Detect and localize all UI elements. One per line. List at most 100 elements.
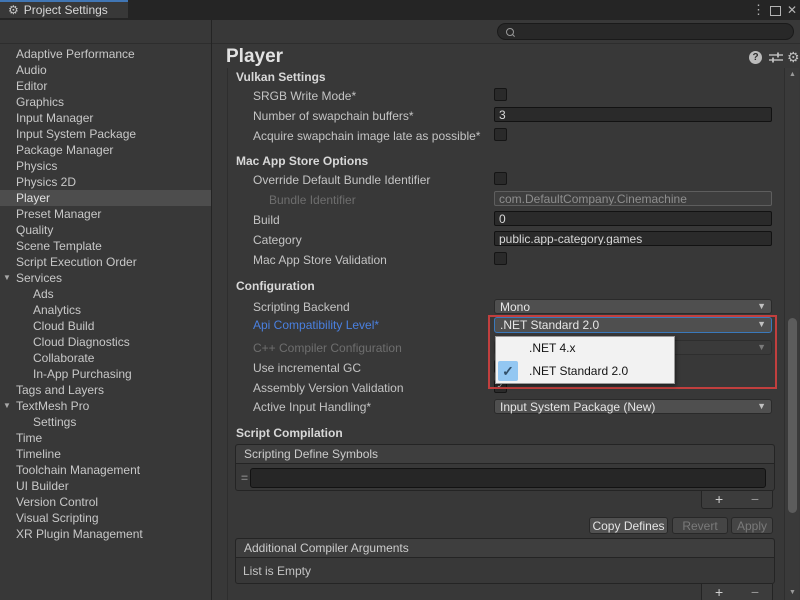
sidebar-item-analytics[interactable]: Analytics — [0, 302, 211, 318]
define-symbol-input[interactable] — [250, 468, 766, 488]
sidebar-item-editor[interactable]: Editor — [0, 78, 211, 94]
field-label-scripting-backend: Scripting Backend — [253, 300, 350, 314]
remove-item-button[interactable]: − — [751, 584, 759, 600]
sidebar-item-audio[interactable]: Audio — [0, 62, 211, 78]
field-label-mac-app-store-validation: Mac App Store Validation — [253, 253, 387, 267]
sidebar-item-scene-template[interactable]: Scene Template — [0, 238, 211, 254]
content-inset-line — [227, 68, 228, 600]
sidebar-item-physics[interactable]: Physics — [0, 158, 211, 174]
sidebar-item-physics-2d[interactable]: Physics 2D — [0, 174, 211, 190]
chevron-down-icon: ▼ — [757, 318, 766, 331]
sidebar-item-script-execution-order[interactable]: Script Execution Order — [0, 254, 211, 270]
player-settings-panel: Player ? ⚙ Vulkan Settings SRGB Write Mo… — [212, 44, 800, 600]
sidebar-item-cloud-build[interactable]: Cloud Build — [0, 318, 211, 334]
dropdown-option-label: .NET Standard 2.0 — [529, 364, 628, 378]
remove-item-button[interactable]: − — [751, 491, 759, 507]
dropdown-option-net-4x[interactable]: .NET 4.x — [496, 337, 674, 360]
gear-icon: ⚙ — [8, 3, 19, 17]
section-header-script-compilation: Script Compilation — [236, 426, 343, 440]
close-icon[interactable]: ✕ — [786, 2, 798, 18]
dropdown-option-net-standard-20[interactable]: ✓ .NET Standard 2.0 — [496, 360, 674, 383]
sidebar-item-label: Toolchain Management — [16, 463, 140, 477]
sidebar-item-toolchain-management[interactable]: Toolchain Management — [0, 462, 211, 478]
scrollbar: ▲ ▼ — [784, 68, 799, 600]
scrollbar-thumb[interactable] — [788, 318, 797, 513]
api-compatibility-dropdown-menu: .NET 4.x ✓ .NET Standard 2.0 — [495, 336, 675, 384]
tab-strip: ⚙ Project Settings ⋮ ✕ — [0, 0, 800, 20]
sidebar-item-input-system-package[interactable]: Input System Package — [0, 126, 211, 142]
field-label-override-bundle-id: Override Default Bundle Identifier — [253, 173, 430, 187]
list-footer: + − — [701, 491, 773, 509]
sidebar-item-adaptive-performance[interactable]: Adaptive Performance — [0, 46, 211, 62]
scroll-up-icon[interactable]: ▲ — [785, 71, 800, 78]
list-footer: + − — [701, 584, 773, 600]
field-label-bundle-identifier: Bundle Identifier — [269, 193, 356, 207]
sidebar-item-label: Player — [16, 191, 50, 205]
dropdown-scripting-backend[interactable]: Mono ▼ — [494, 299, 772, 314]
input-category[interactable] — [494, 231, 772, 246]
sidebar-item-label: Audio — [16, 63, 47, 77]
sidebar-item-label: Cloud Build — [33, 319, 94, 333]
tab-title: Project Settings — [24, 3, 108, 17]
dropdown-api-compatibility-level[interactable]: .NET Standard 2.0 ▼ — [494, 317, 772, 333]
gear-icon[interactable]: ⚙ — [787, 49, 800, 66]
sidebar-item-textmesh-pro[interactable]: ▼ TextMesh Pro — [0, 398, 211, 414]
maximize-icon[interactable] — [770, 6, 781, 16]
sidebar-item-package-manager[interactable]: Package Manager — [0, 142, 211, 158]
sidebar-item-label: Visual Scripting — [16, 511, 99, 525]
sidebar-item-ui-builder[interactable]: UI Builder — [0, 478, 211, 494]
foldout-icon[interactable]: ▼ — [3, 398, 11, 414]
add-item-button[interactable]: + — [715, 491, 723, 507]
sidebar-item-in-app-purchasing[interactable]: In-App Purchasing — [0, 366, 211, 382]
foldout-icon[interactable]: ▼ — [3, 270, 11, 286]
field-label-assembly-version-validation: Assembly Version Validation — [253, 381, 404, 395]
sidebar-item-label: Ads — [33, 287, 54, 301]
section-header-mac-app-store: Mac App Store Options — [236, 154, 368, 168]
drag-handle-icon[interactable]: = — [241, 471, 248, 485]
help-icon[interactable]: ? — [749, 51, 762, 64]
sidebar-item-collaborate[interactable]: Collaborate — [0, 350, 211, 366]
sidebar-item-tags-and-layers[interactable]: Tags and Layers — [0, 382, 211, 398]
sidebar-item-label: TextMesh Pro — [16, 399, 89, 413]
sidebar-item-label: XR Plugin Management — [16, 527, 143, 541]
input-swapchain-buffers[interactable] — [494, 107, 772, 122]
sidebar-item-services[interactable]: ▼Services — [0, 270, 211, 286]
checkbox-acquire-swapchain[interactable]: ✓ — [494, 128, 507, 141]
sidebar-item-version-control[interactable]: Version Control — [0, 494, 211, 510]
sidebar-item-label: Physics — [16, 159, 57, 173]
presets-icon[interactable] — [769, 52, 783, 66]
sidebar-item-graphics[interactable]: Graphics — [0, 94, 211, 110]
sidebar-item-ads[interactable]: Ads — [0, 286, 211, 302]
sidebar-item-label: Package Manager — [16, 143, 113, 157]
window-menu-icon[interactable]: ⋮ — [752, 2, 764, 18]
checkbox-override-bundle-id[interactable]: ✓ — [494, 172, 507, 185]
checkbox-srgb-write-mode[interactable]: ✓ — [494, 88, 507, 101]
dropdown-value: Input System Package (New) — [500, 400, 655, 414]
add-item-button[interactable]: + — [715, 584, 723, 600]
sidebar-item-cloud-diagnostics[interactable]: Cloud Diagnostics — [0, 334, 211, 350]
sidebar-item-player[interactable]: Player — [0, 190, 211, 206]
additional-compiler-arguments-header: Additional Compiler Arguments — [236, 539, 774, 558]
sidebar-item-label: Settings — [33, 415, 76, 429]
sidebar-item-quality[interactable]: Quality — [0, 222, 211, 238]
copy-defines-button[interactable]: Copy Defines — [589, 517, 668, 534]
checkbox-mac-app-store-validation[interactable]: ✓ — [494, 252, 507, 265]
list-empty-text: List is Empty — [243, 564, 311, 578]
search-input[interactable] — [520, 25, 789, 40]
sidebar-item-input-manager[interactable]: Input Manager — [0, 110, 211, 126]
scroll-down-icon[interactable]: ▼ — [785, 589, 800, 596]
dropdown-value: .NET Standard 2.0 — [500, 318, 599, 332]
sidebar-item-label: Editor — [16, 79, 47, 93]
sidebar-item-timeline[interactable]: Timeline — [0, 446, 211, 462]
sidebar-item-label: Quality — [16, 223, 53, 237]
tab-project-settings[interactable]: ⚙ Project Settings — [0, 0, 128, 18]
sidebar-item-xr-plugin-management[interactable]: XR Plugin Management — [0, 526, 211, 542]
chevron-down-icon: ▼ — [757, 300, 766, 313]
dropdown-active-input-handling[interactable]: Input System Package (New) ▼ — [494, 399, 772, 414]
sidebar-item-time[interactable]: Time — [0, 430, 211, 446]
sidebar-item-visual-scripting[interactable]: Visual Scripting — [0, 510, 211, 526]
sidebar-item-preset-manager[interactable]: Preset Manager — [0, 206, 211, 222]
input-build[interactable] — [494, 211, 772, 226]
field-label-srgb-write-mode: SRGB Write Mode* — [253, 89, 356, 103]
sidebar-item-tmp-settings[interactable]: Settings — [0, 414, 211, 430]
